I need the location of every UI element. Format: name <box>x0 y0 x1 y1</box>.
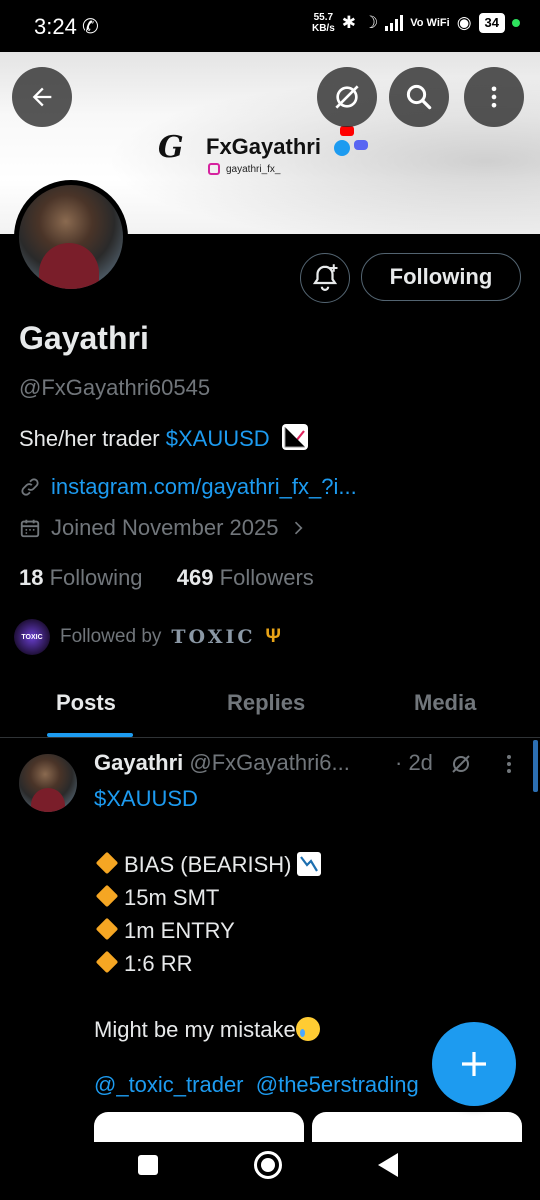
post-author-avatar[interactable] <box>19 754 77 812</box>
verified-badge-icon <box>334 140 350 156</box>
following-button[interactable]: Following <box>361 253 521 301</box>
search-button[interactable] <box>389 67 449 127</box>
followers-count-link[interactable]: 469 Followers <box>177 565 314 590</box>
post-line: 1m ENTRY <box>94 914 321 947</box>
profile-name: Gayathri <box>19 320 149 356</box>
tab-media[interactable]: Media <box>414 690 476 716</box>
active-tab-indicator <box>47 733 133 737</box>
orange-diamond-icon <box>95 950 119 974</box>
signal-icon <box>385 15 404 31</box>
privacy-dot <box>512 19 520 27</box>
home-button[interactable] <box>254 1151 282 1179</box>
calendar-icon <box>20 519 40 538</box>
recents-button[interactable] <box>138 1155 158 1175</box>
profile-website-link[interactable]: instagram.com/gayathri_fx_?i... <box>19 474 357 500</box>
profile-avatar[interactable] <box>14 180 128 294</box>
post-timestamp: · 2d <box>395 750 433 775</box>
back-nav-button[interactable] <box>378 1153 398 1177</box>
post-more-button[interactable] <box>502 752 516 782</box>
following-count-link[interactable]: 18 Following <box>19 565 143 590</box>
post-grok-button[interactable] <box>449 752 473 781</box>
grok-icon <box>452 755 470 773</box>
post-author-name[interactable]: Gayathri <box>94 750 183 775</box>
follower-name: TOXIC <box>171 626 256 648</box>
plus-icon <box>462 1052 486 1076</box>
chevron-right-icon <box>295 521 303 535</box>
status-bar: 3:24 ✆ 55.7 KB/s ✱ ☽ Vo WiFi ◉ 34 <box>0 0 540 52</box>
mention-link[interactable]: @_toxic_trader <box>94 1072 244 1097</box>
tab-replies[interactable]: Replies <box>227 690 305 716</box>
grok-button[interactable] <box>317 67 377 127</box>
tab-posts[interactable]: Posts <box>56 690 116 716</box>
wifi-icon: ◉ <box>456 13 472 32</box>
compose-post-button[interactable] <box>432 1022 516 1106</box>
orange-diamond-icon <box>95 884 119 908</box>
follow-counts: 18 Following 469 Followers <box>19 565 314 591</box>
followed-by-row[interactable]: TOXIC Followed by TOXIC Ψ <box>14 619 281 655</box>
arrow-left-icon <box>32 87 52 107</box>
youtube-icon <box>340 126 354 136</box>
instagram-icon <box>208 163 220 175</box>
status-time: 3:24 <box>34 14 77 39</box>
back-button[interactable] <box>12 67 72 127</box>
more-vertical-icon <box>507 755 511 773</box>
profile-bio: She/her trader $XAUUSD <box>19 424 308 452</box>
do-not-disturb-moon-icon: ☽ <box>363 13 379 32</box>
bio-cashtag[interactable]: $XAUUSD <box>166 426 270 451</box>
call-icon: ✆ <box>82 16 99 38</box>
more-options-button[interactable] <box>464 67 524 127</box>
profile-tabs: Posts Replies Media <box>0 680 540 738</box>
brand-logo: G <box>158 130 184 165</box>
orange-diamond-icon <box>95 917 119 941</box>
joined-date-row[interactable]: Joined November 2025 <box>19 515 308 541</box>
post-author-handle[interactable]: @FxGayathri6... <box>189 750 350 775</box>
post-media-image[interactable] <box>312 1112 522 1142</box>
bluetooth-icon: ✱ <box>341 13 357 32</box>
discord-icon <box>354 140 368 150</box>
mention-link[interactable]: @the5erstrading <box>256 1072 419 1097</box>
post-media[interactable] <box>94 1112 522 1142</box>
vowifi-label: Vo WiFi <box>410 16 450 29</box>
post-line: 1:6 RR <box>94 947 321 980</box>
search-icon <box>406 84 432 110</box>
notify-button[interactable] <box>300 253 350 303</box>
bell-plus-icon <box>312 264 338 291</box>
status-icons: 55.7 KB/s ✱ ☽ Vo WiFi ◉ 34 <box>312 12 520 34</box>
post-media-image[interactable] <box>94 1112 304 1142</box>
crying-face-icon <box>295 1017 320 1041</box>
scrollbar-thumb[interactable] <box>533 740 538 792</box>
chart-decreasing-icon <box>297 852 322 876</box>
post-line: 15m SMT <box>94 881 321 914</box>
post-mentions: @_toxic_trader @the5erstrading <box>94 1072 419 1098</box>
post-text: $XAUUSD BIAS (BEARISH) 15m SMT 1m ENTRY … <box>94 782 322 1046</box>
profile-handle: @FxGayathri60545 <box>19 375 211 400</box>
more-vertical-icon <box>491 86 497 108</box>
post-cashtag[interactable]: $XAUUSD <box>94 782 321 815</box>
banner-instagram-handle: gayathri_fx_ <box>226 164 281 175</box>
banner-brand-name: FxGayathri <box>206 134 321 159</box>
chart-increasing-icon <box>281 424 308 450</box>
system-nav-bar <box>0 1142 540 1200</box>
link-icon <box>21 478 39 496</box>
battery-indicator: 34 <box>478 13 505 33</box>
follower-avatar: TOXIC <box>14 619 50 655</box>
network-speed: 55.7 KB/s <box>311 12 335 34</box>
orange-diamond-icon <box>95 851 119 875</box>
grok-icon <box>335 85 359 109</box>
trident-icon: Ψ <box>265 626 281 647</box>
post-header: Gayathri @FxGayathri6... <box>94 750 350 776</box>
post-line: Might be my mistake <box>94 1013 321 1046</box>
post-line: BIAS (BEARISH) <box>94 848 322 881</box>
